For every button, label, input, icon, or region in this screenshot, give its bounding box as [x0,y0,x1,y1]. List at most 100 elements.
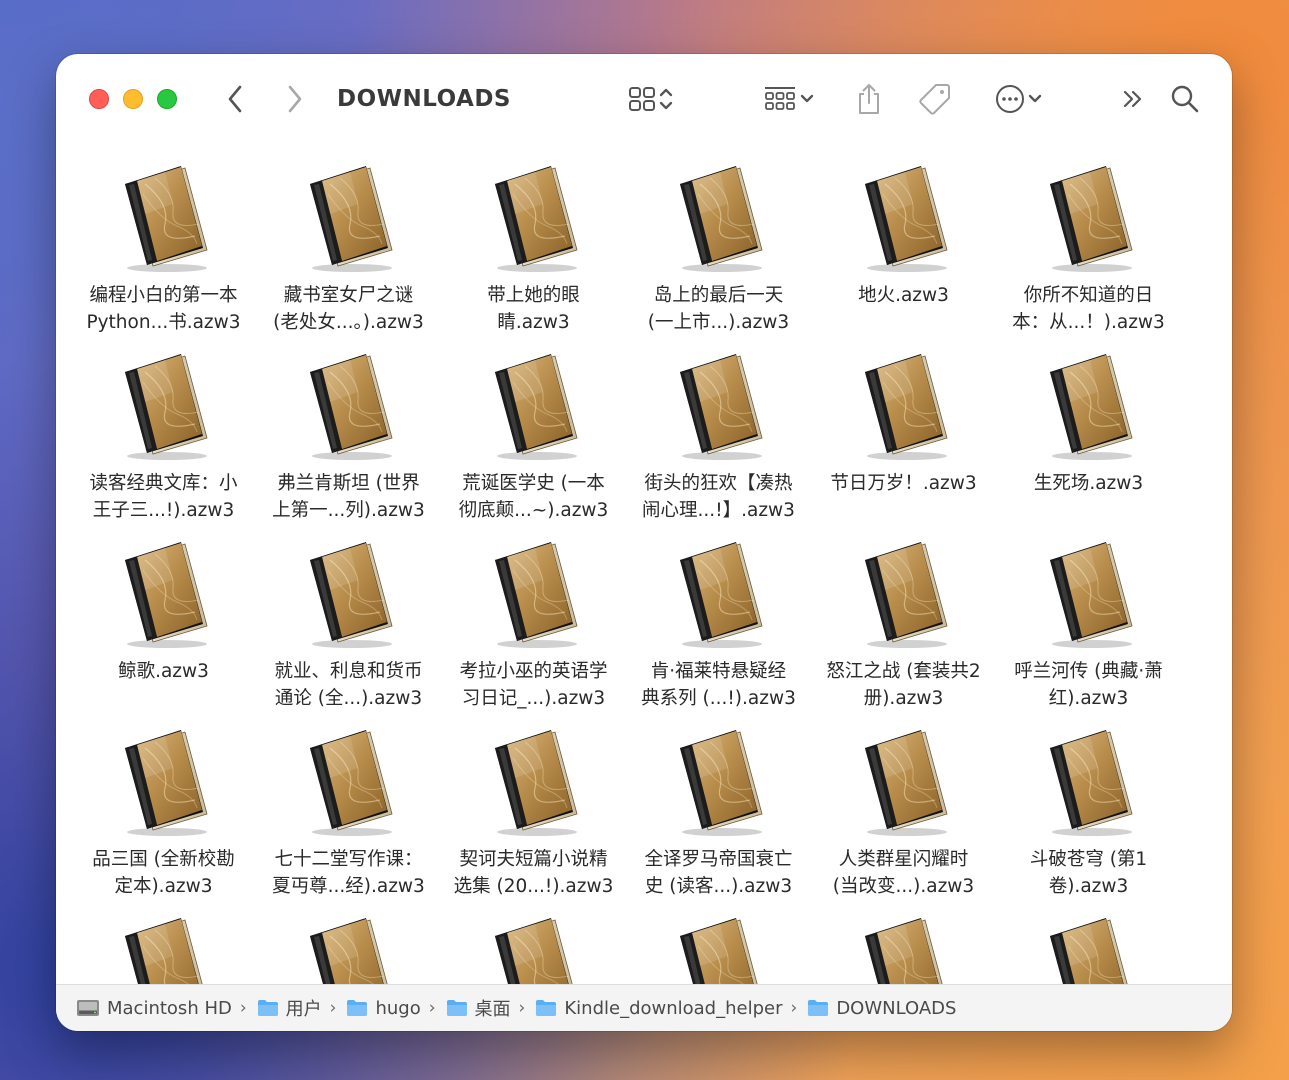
file-item[interactable]: 岛上的最后一天 (一上市...).azw3 [626,164,811,352]
chevron-down-icon [800,94,814,103]
file-item[interactable] [811,916,996,984]
more-actions-button[interactable] [988,76,1050,122]
toolbar: DOWNLOADS [56,54,1232,144]
path-item-用户[interactable]: 用户 [257,995,322,1021]
folder-icon [257,999,286,1017]
path-item-label: 用户 [285,999,322,1020]
ebook-file-icon [670,540,770,650]
tag-button[interactable] [916,76,954,122]
file-item[interactable]: 斗破苍穹 (第1 卷).azw3 [996,728,1181,916]
file-name-label: 荒诞医学史 (一本 彻底颠...~).azw3 [458,473,609,521]
ebook-file-icon [300,916,400,984]
file-item[interactable] [441,916,626,984]
ebook-file-icon [485,916,585,984]
path-item-macintosh-hd[interactable]: Macintosh HD [76,998,232,1019]
chevron-down-icon [1028,94,1042,103]
file-item[interactable] [996,916,1181,984]
view-mode-button[interactable] [620,76,682,122]
file-item[interactable]: 生死场.azw3 [996,352,1181,540]
file-item[interactable]: 契诃夫短篇小说精 选集 (20...!).azw3 [441,728,626,916]
file-grid: 编程小白的第一本 Python...书.azw3 藏书室女尸之谜 (老处女...… [71,164,1181,984]
path-item-kindle-download-helper[interactable]: Kindle_download_helper [535,997,783,1019]
file-item[interactable]: 品三国 (全新校勘 定本).azw3 [71,728,256,916]
ebook-file-icon [485,164,585,274]
path-item-桌面[interactable]: 桌面 [446,995,511,1021]
ebook-file-icon [115,916,215,984]
ebook-file-icon [670,164,770,274]
file-name-label: 七十二堂写作课： 夏丏尊...经).azw3 [272,849,425,897]
file-item[interactable]: 七十二堂写作课： 夏丏尊...经).azw3 [256,728,441,916]
ebook-file-icon [115,540,215,650]
file-item[interactable]: 带上她的眼 睛.azw3 [441,164,626,352]
path-item-label: hugo [375,997,421,1019]
file-item[interactable]: 弗兰肯斯坦 (世界 上第一...列).azw3 [256,352,441,540]
file-name-label: 带上她的眼 睛.azw3 [487,285,580,333]
toolbar-overflow-button[interactable] [1118,76,1148,122]
file-name-label: 全译罗马帝国衰亡 史 (读客...).azw3 [644,849,793,897]
file-item[interactable]: 呼兰河传 (典藏·萧 红).azw3 [996,540,1181,728]
search-button[interactable] [1168,76,1202,122]
file-item[interactable]: 鲸歌.azw3 [71,540,256,728]
path-item-hugo[interactable]: hugo [346,997,421,1019]
path-item-downloads[interactable]: DOWNLOADS [807,998,956,1019]
path-separator: › [790,998,798,1018]
ebook-file-icon [670,916,770,984]
ebook-file-icon [115,164,215,274]
file-name-label: 人类群星闪耀时 (当改变...).azw3 [832,849,975,897]
file-item[interactable]: 节日万岁！.azw3 [811,352,996,540]
ebook-file-icon [855,164,955,274]
file-item[interactable]: 街头的狂欢【凑热 闹心理...!】.azw3 [626,352,811,540]
file-item[interactable]: 怒江之战 (套装共2 册).azw3 [811,540,996,728]
file-name-label: 你所不知道的日 本：从...！).azw3 [1012,285,1165,333]
folder-icon [346,999,375,1017]
zoom-button[interactable] [157,89,177,109]
file-item[interactable]: 考拉小巫的英语学 习日记_...).azw3 [441,540,626,728]
file-item[interactable]: 读客经典文库：小 王子三...!).azw3 [71,352,256,540]
file-name-label: 呼兰河传 (典藏·萧 红).azw3 [1014,661,1163,709]
forward-button[interactable] [282,76,308,122]
ellipsis-circle-icon [996,85,1024,113]
path-separator: › [329,998,337,1018]
path-item-label: 桌面 [474,999,511,1020]
file-item[interactable]: 藏书室女尸之谜 (老处女...。).azw3 [256,164,441,352]
file-name-label: 斗破苍穹 (第1 卷).azw3 [1029,849,1148,897]
file-name-label: 街头的狂欢【凑热 闹心理...!】.azw3 [642,473,795,521]
path-item-label: DOWNLOADS [836,997,957,1019]
ebook-file-icon [1040,916,1140,984]
ebook-file-icon [1040,540,1140,650]
ebook-file-icon [855,916,955,984]
share-button[interactable] [852,76,886,122]
icon-grid-icon [629,87,655,111]
file-item[interactable]: 你所不知道的日 本：从...！).azw3 [996,164,1181,352]
file-item[interactable]: 编程小白的第一本 Python...书.azw3 [71,164,256,352]
file-item[interactable] [256,916,441,984]
file-name-label: 读客经典文库：小 王子三...!).azw3 [89,473,238,521]
file-item[interactable]: 肯·福莱特悬疑经 典系列 (...!).azw3 [626,540,811,728]
file-item[interactable]: 地火.azw3 [811,164,996,352]
ebook-file-icon [485,540,585,650]
ebook-file-icon [300,728,400,838]
path-separator: › [428,998,436,1018]
file-item[interactable]: 荒诞医学史 (一本 彻底颠...~).azw3 [441,352,626,540]
minimize-button[interactable] [123,89,143,109]
file-item[interactable] [71,916,256,984]
file-name-label: 就业、利息和货币 通论 (全...).azw3 [274,661,423,709]
chevron-left-icon [228,85,242,113]
file-grid-area[interactable]: 编程小白的第一本 Python...书.azw3 藏书室女尸之谜 (老处女...… [56,154,1232,984]
file-item[interactable] [626,916,811,984]
file-name-label: 契诃夫短篇小说精 选集 (20...!).azw3 [453,849,614,897]
file-name-label: 编程小白的第一本 Python...书.azw3 [86,285,241,333]
back-button[interactable] [222,76,248,122]
file-item[interactable]: 就业、利息和货币 通论 (全...).azw3 [256,540,441,728]
ebook-file-icon [115,728,215,838]
group-by-button[interactable] [756,76,822,122]
file-name-label: 怒江之战 (套装共2 册).azw3 [826,661,981,709]
close-button[interactable] [89,89,109,109]
ebook-file-icon [485,352,585,462]
ebook-file-icon [1040,728,1140,838]
file-item[interactable]: 人类群星闪耀时 (当改变...).azw3 [811,728,996,916]
file-item[interactable]: 全译罗马帝国衰亡 史 (读客...).azw3 [626,728,811,916]
file-name-label: 考拉小巫的英语学 习日记_...).azw3 [459,661,608,709]
ebook-file-icon [300,540,400,650]
path-item-label: Kindle_download_helper [564,997,783,1019]
